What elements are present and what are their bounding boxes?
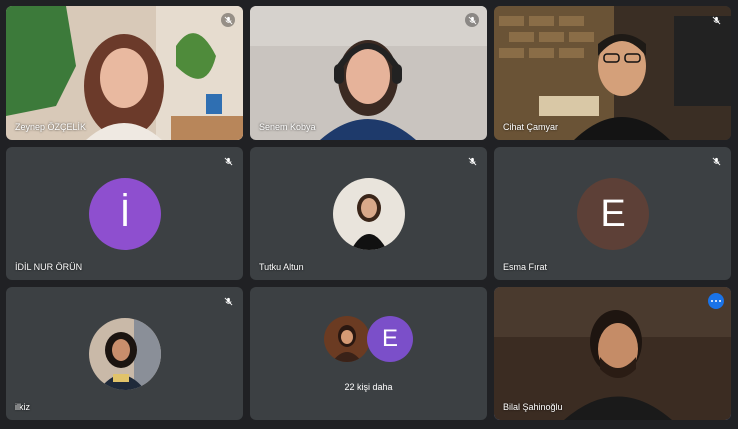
participant-name: Tutku Altun — [259, 262, 304, 272]
avatar — [324, 316, 370, 362]
more-options-icon[interactable] — [708, 293, 724, 309]
avatar: E — [367, 316, 413, 362]
video-feed-cihat — [494, 6, 731, 140]
video-feed-senem — [250, 6, 487, 140]
mic-off-icon — [709, 154, 723, 168]
participant-tile-tutku[interactable]: Tutku Altun — [250, 147, 487, 280]
participant-tile-bilal[interactable]: Bilal Şahinoğlu — [494, 287, 731, 420]
mic-off-icon — [221, 154, 235, 168]
more-participants-count: 22 kişi daha — [344, 382, 393, 392]
mic-off-icon — [465, 13, 479, 27]
participant-tile-senem[interactable]: Senem Kobya — [250, 6, 487, 140]
video-feed-zeynep — [6, 6, 243, 140]
avatar — [333, 178, 405, 250]
participant-tile-esma[interactable]: E Esma Fırat — [494, 147, 731, 280]
more-participants-tile[interactable]: E 22 kişi daha — [250, 287, 487, 420]
participant-name: Zeynep ÖZÇELİK — [15, 122, 87, 132]
participant-tile-zeynep[interactable]: Zeynep ÖZÇELİK — [6, 6, 243, 140]
avatar: E — [577, 178, 649, 250]
mic-off-icon — [221, 13, 235, 27]
participant-name: Cihat Çamyar — [503, 122, 559, 132]
participant-name: Esma Fırat — [503, 262, 548, 272]
video-feed-bilal — [494, 287, 731, 420]
avatar — [89, 318, 161, 390]
participant-tile-idil[interactable]: İ İDİL NUR ÖRÜN — [6, 147, 243, 280]
avatar: İ — [89, 178, 161, 250]
mic-off-icon — [465, 154, 479, 168]
mic-off-icon — [709, 13, 723, 27]
participant-name: Bilal Şahinoğlu — [503, 402, 563, 412]
participant-name: İDİL NUR ÖRÜN — [15, 262, 83, 272]
mic-off-icon — [221, 294, 235, 308]
participant-tile-cihat[interactable]: Cihat Çamyar — [494, 6, 731, 140]
participant-name: ilkiz — [15, 402, 30, 412]
participant-name: Senem Kobya — [259, 122, 316, 132]
participant-tile-ilkiz[interactable]: ilkiz — [6, 287, 243, 420]
